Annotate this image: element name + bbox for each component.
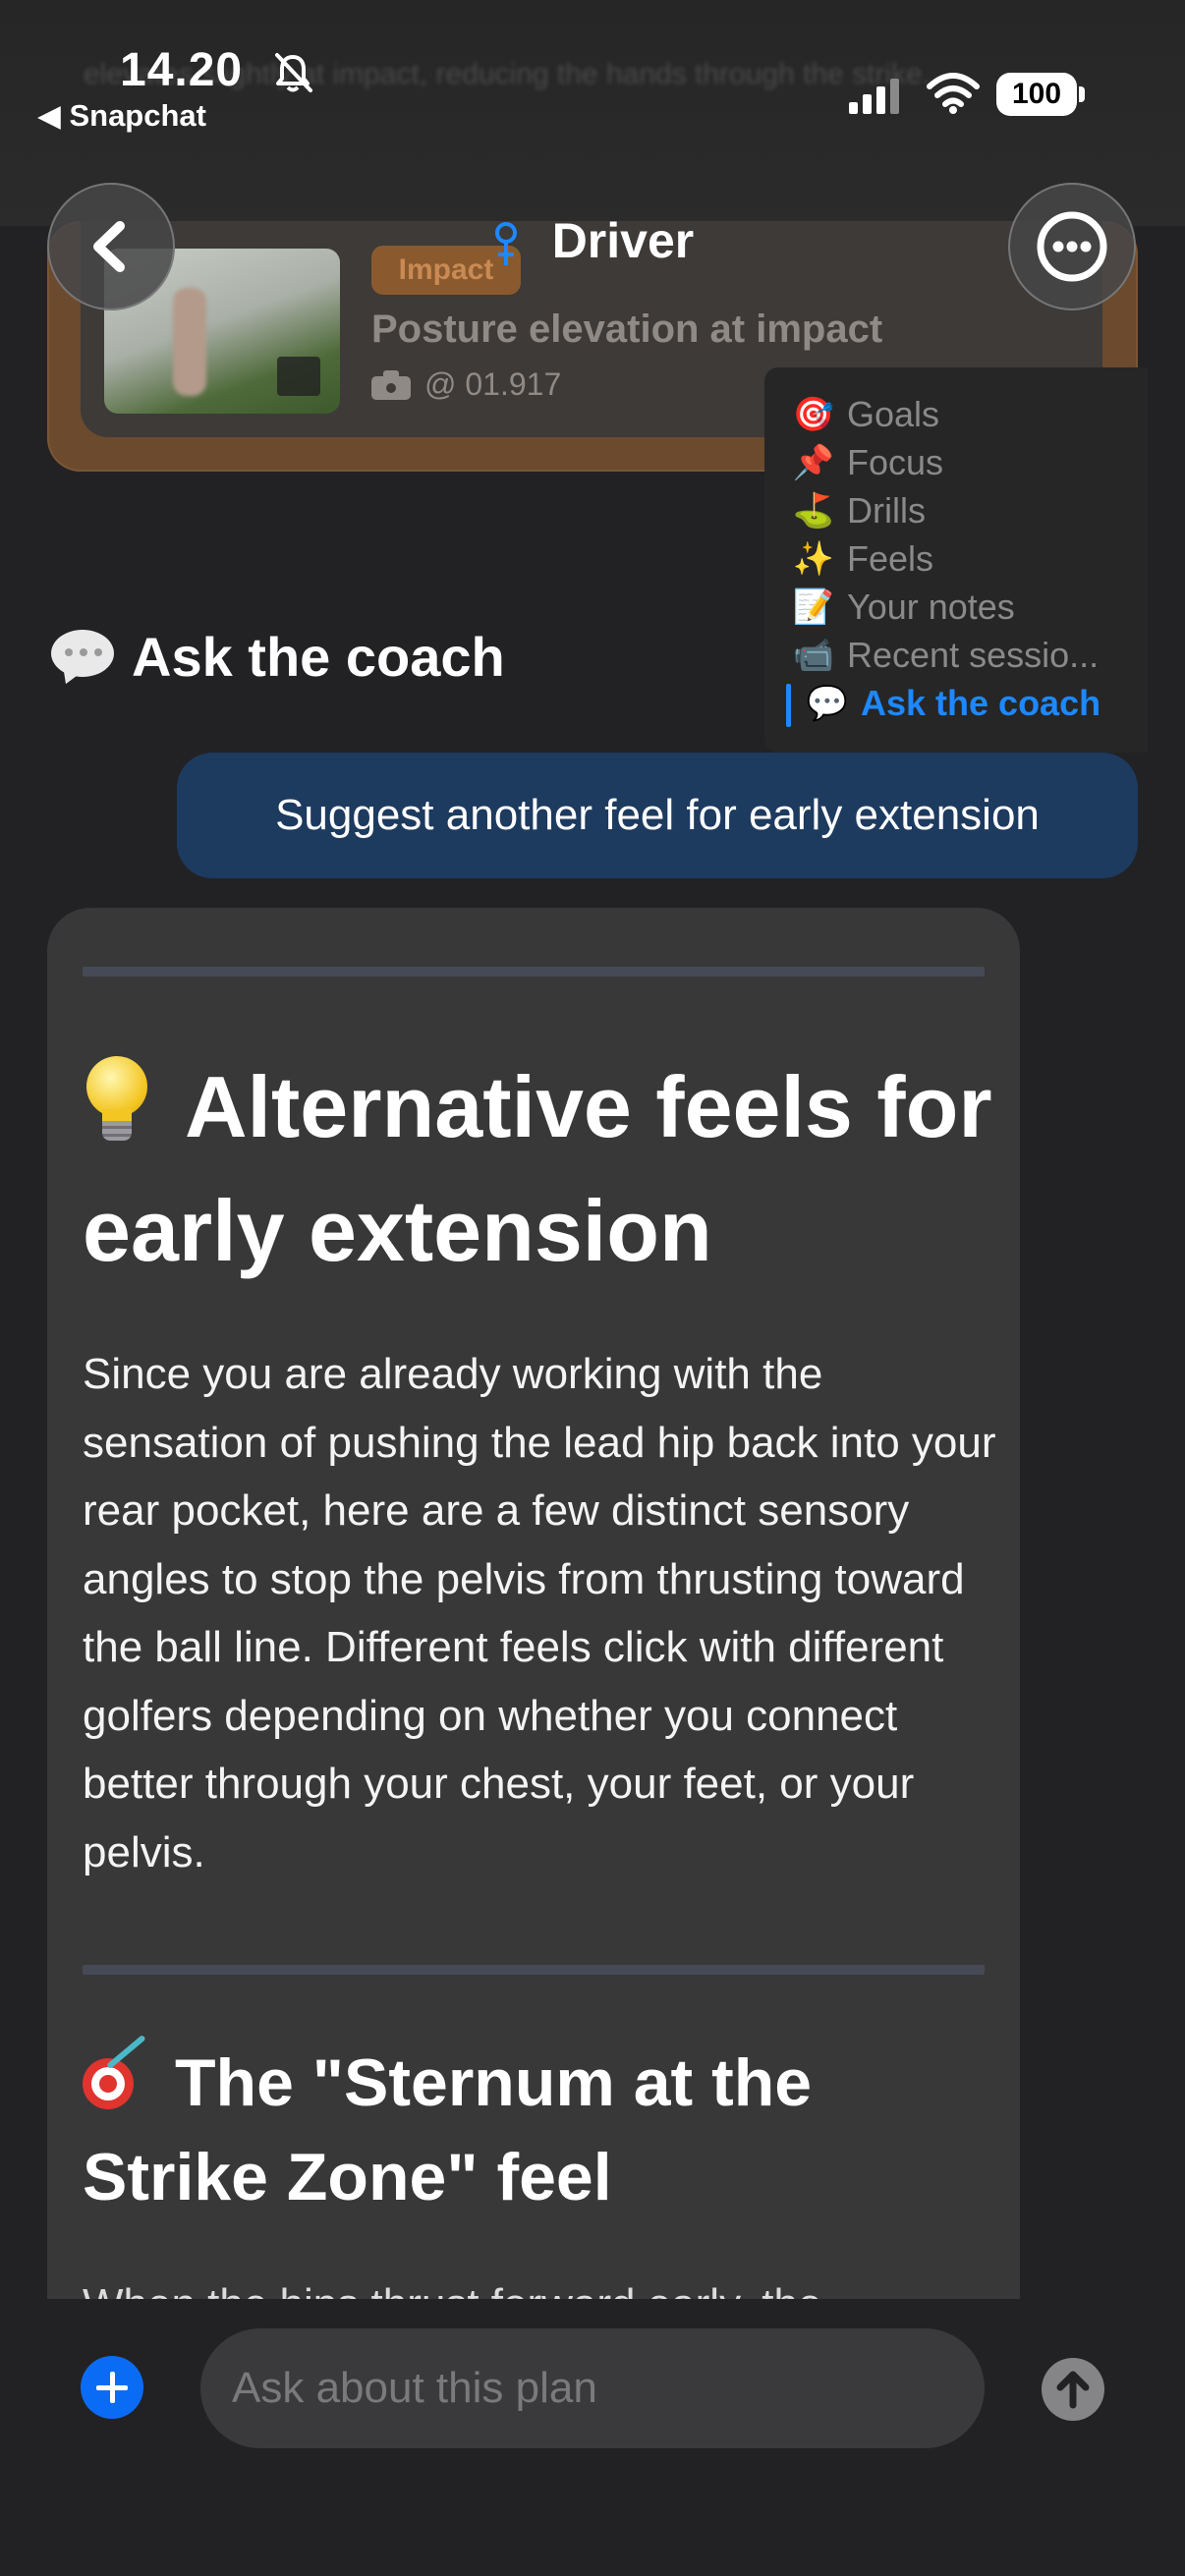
toc-label: Ask the coach (861, 683, 1101, 723)
toc-label: Focus (847, 442, 944, 482)
toc-label: Feels (847, 538, 934, 579)
arrow-up-icon (1056, 2371, 1090, 2409)
target-emoji-icon: 🎯 (792, 396, 835, 433)
divider (83, 967, 985, 977)
more-icon (1037, 211, 1107, 282)
golfer-figure (173, 288, 206, 396)
assistant-subheading: The "Sternum at the Strike Zone" feel (83, 2034, 1006, 2224)
signal-icon (849, 79, 899, 114)
assistant-heading: Alternative feels for early extension (83, 1045, 1006, 1293)
back-to-app-link[interactable]: ◀ Snapchat (37, 98, 206, 134)
pinned-frame-meta: @ 01.917 (371, 366, 561, 403)
female-icon (494, 221, 517, 265)
memo-icon: 📝 (792, 588, 835, 626)
user-message-bubble: Suggest another feel for early extension (177, 753, 1138, 878)
assistant-heading-text: Alternative feels for early extension (83, 1058, 992, 1279)
toc-item-ask-the-coach[interactable]: 💬 Ask the coach (804, 680, 1157, 727)
launch-monitor (277, 357, 320, 396)
table-of-contents: 🎯 Goals 📌 Focus ⛳ Drills ✨ Feels 📝 Your … (764, 367, 1148, 753)
golf-flag-icon: ⛳ (792, 492, 835, 530)
pinned-frame-title: Posture elevation at impact (371, 308, 883, 351)
toc-active-indicator (786, 684, 791, 727)
toc-item-your-notes[interactable]: 📝 Your notes (790, 584, 1144, 631)
ask-input[interactable] (200, 2328, 985, 2448)
pushpin-icon: 📌 (792, 444, 835, 481)
bell-slash-icon (275, 53, 312, 92)
toc-label: Drills (847, 490, 926, 531)
screen-title-text: Driver (551, 213, 695, 268)
toc-label: Goals (847, 394, 940, 434)
more-options-button[interactable] (1008, 183, 1136, 310)
assistant-message-card: Alternative feels for early extension Si… (47, 908, 1020, 2303)
frame-timestamp: @ 01.917 (424, 366, 562, 402)
app-screen: elevates slightly at impact, reducing th… (0, 0, 1185, 2576)
divider (83, 1965, 985, 1975)
section-heading-text: Ask the coach (132, 626, 505, 688)
battery-level: 100 (996, 73, 1077, 116)
toc-item-recent-sessions[interactable]: 📹 Recent sessio... (790, 632, 1144, 679)
toc-label: Recent sessio... (847, 635, 1100, 675)
assistant-subheading-text: The "Sternum at the Strike Zone" feel (83, 2045, 813, 2214)
section-heading: Ask the coach (51, 625, 505, 689)
target-icon (83, 2034, 157, 2111)
send-button[interactable] (1042, 2358, 1104, 2421)
sparkles-icon: ✨ (792, 540, 835, 578)
status-time: 14.20 (120, 44, 244, 96)
battery-tip (1079, 86, 1085, 102)
toc-item-focus[interactable]: 📌 Focus (790, 439, 1144, 486)
lightbulb-icon (83, 1056, 151, 1145)
add-attachment-button[interactable] (81, 2356, 143, 2419)
toc-item-goals[interactable]: 🎯 Goals (790, 391, 1144, 438)
camera-icon (371, 369, 411, 400)
wifi-icon (927, 73, 980, 114)
assistant-paragraph: Since you are already working with the s… (83, 1350, 996, 1876)
toc-label: Your notes (847, 587, 1015, 627)
video-camera-icon: 📹 (792, 637, 835, 674)
speech-bubble-icon: 💬 (806, 685, 849, 722)
speech-bubble-icon (51, 629, 114, 688)
toc-item-drills[interactable]: ⛳ Drills (790, 487, 1144, 534)
toc-item-feels[interactable]: ✨ Feels (790, 535, 1144, 583)
